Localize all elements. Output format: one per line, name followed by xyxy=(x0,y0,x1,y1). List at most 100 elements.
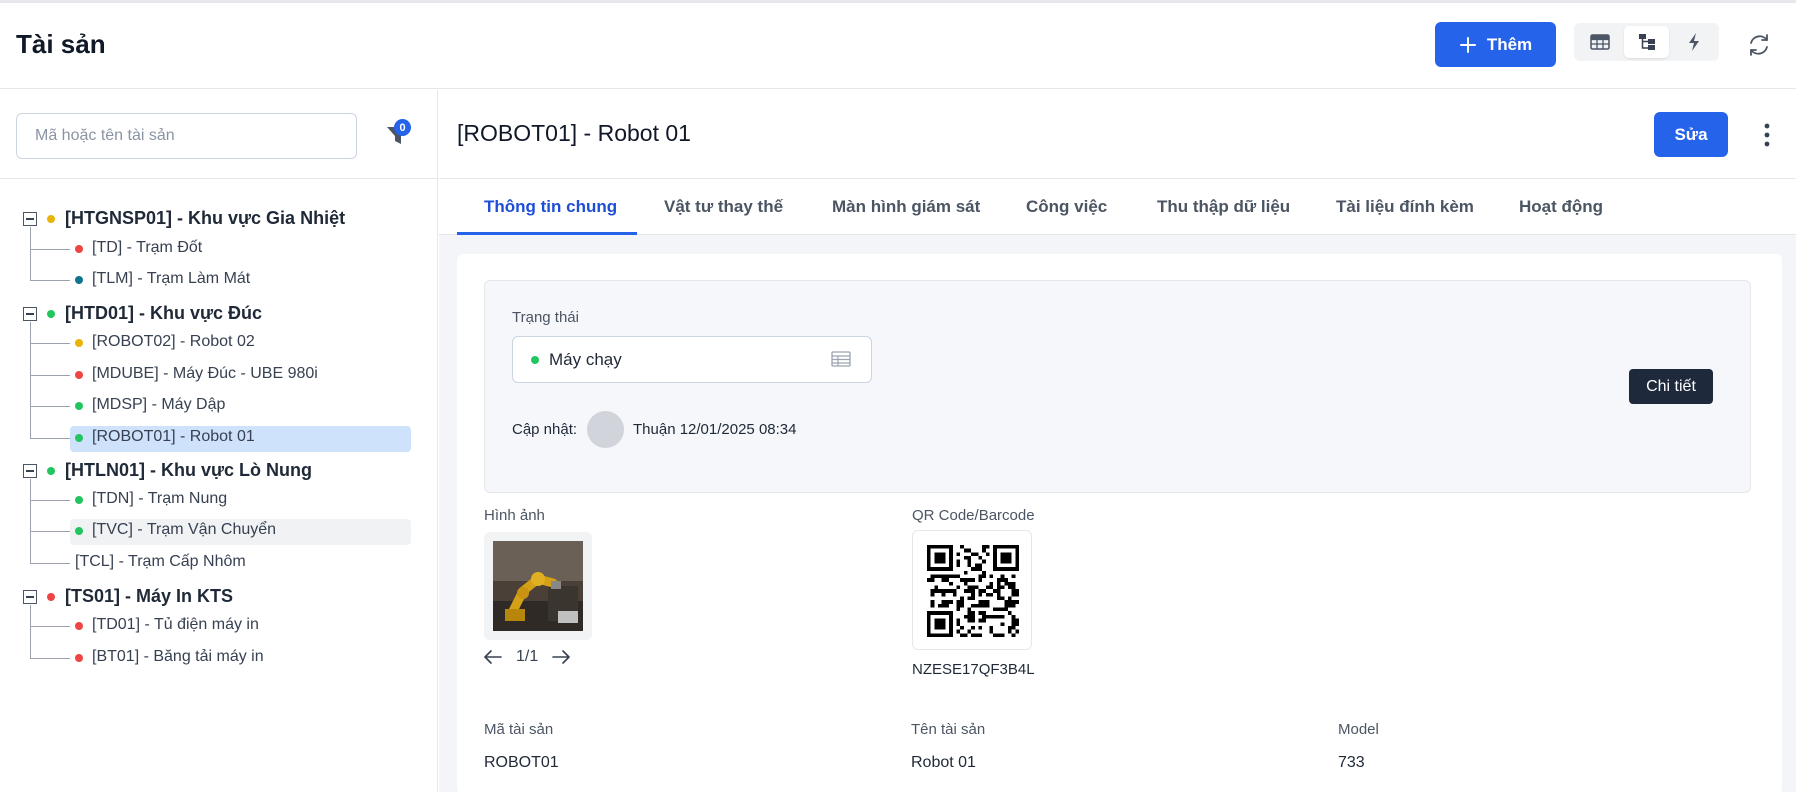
refresh-icon[interactable] xyxy=(1747,33,1771,57)
tree-item-label[interactable]: [ROBOT02] - Robot 02 xyxy=(92,333,255,351)
add-button[interactable]: Thêm xyxy=(1435,22,1556,67)
search-input[interactable] xyxy=(16,113,357,159)
tree-branch xyxy=(30,438,70,439)
tree-group-label[interactable]: [TS01] - Máy In KTS xyxy=(65,586,233,607)
add-button-label: Thêm xyxy=(1486,34,1533,54)
arrow-right-icon[interactable] xyxy=(552,650,571,664)
status-panel: Trạng thái Máy chạy Chi tiết Cập nhật: T… xyxy=(484,280,1751,493)
tree-branch xyxy=(30,531,70,532)
status-dot xyxy=(75,245,83,253)
tab-tasks[interactable]: Công việc xyxy=(1026,179,1107,235)
status-dot xyxy=(75,654,83,662)
status-select[interactable]: Máy chạy xyxy=(512,336,872,383)
updated-value: Thuận 12/01/2025 08:34 xyxy=(633,421,797,438)
tree-branch xyxy=(30,280,70,281)
collapse-toggle-icon[interactable] xyxy=(23,464,37,478)
status-dot xyxy=(75,402,83,410)
tree-item-label[interactable]: [TDN] - Trạm Nung xyxy=(92,490,227,508)
image-pager: 1/1 xyxy=(484,648,571,666)
plus-icon xyxy=(1459,36,1476,53)
tree-branch xyxy=(30,500,70,501)
status-dot xyxy=(47,467,55,475)
collapse-toggle-icon[interactable] xyxy=(23,307,37,321)
status-dot xyxy=(75,527,83,535)
status-table-icon[interactable] xyxy=(831,351,851,367)
tree-group-label[interactable]: [HTLN01] - Khu vực Lò Nung xyxy=(65,460,312,481)
general-info-card: Trạng thái Máy chạy Chi tiết Cập nhật: T… xyxy=(457,254,1782,792)
tree-item-label[interactable]: [TVC] - Trạm Vận Chuyển xyxy=(92,521,276,539)
arrow-left-icon[interactable] xyxy=(484,650,502,664)
status-dot xyxy=(75,496,83,504)
tree-item-selected[interactable]: [ROBOT01] - Robot 01 xyxy=(92,428,255,446)
asset-header: [ROBOT01] - Robot 01 Sửa xyxy=(439,90,1796,179)
tree-icon xyxy=(1638,34,1655,50)
quick-view-button[interactable] xyxy=(1671,26,1716,58)
tree-branch xyxy=(30,406,70,407)
status-dot xyxy=(75,339,83,347)
tab-activity[interactable]: Hoạt động xyxy=(1519,179,1603,235)
pager-text: 1/1 xyxy=(516,648,539,665)
tree-group-label[interactable]: [HTD01] - Khu vực Đúc xyxy=(65,303,262,324)
robot-photo xyxy=(493,541,583,631)
tree-item-label[interactable]: [TD] - Trạm Đốt xyxy=(92,239,202,257)
status-indicator xyxy=(531,356,539,364)
tree-group-label[interactable]: [HTGNSP01] - Khu vực Gia Nhiệt xyxy=(65,208,345,229)
tree-connector xyxy=(30,227,31,280)
tree-item-label[interactable]: [BT01] - Băng tải máy in xyxy=(92,648,264,666)
asset-code-label: Mã tài sản xyxy=(484,721,554,738)
status-dot xyxy=(75,434,83,442)
page-title: Tài sản xyxy=(16,29,106,59)
tree-item-label[interactable]: [TD01] - Tủ điện máy in xyxy=(92,616,259,634)
tree-item-label[interactable]: [MDUBE] - Máy Đúc - UBE 980i xyxy=(92,365,318,383)
tab-data-collection[interactable]: Thu thập dữ liệu xyxy=(1157,179,1290,235)
status-dot xyxy=(75,371,83,379)
qr-code[interactable] xyxy=(912,530,1032,650)
model-label: Model xyxy=(1338,721,1379,738)
tree-branch xyxy=(30,343,70,344)
collapse-toggle-icon[interactable] xyxy=(23,590,37,604)
edit-button[interactable]: Sửa xyxy=(1654,112,1728,157)
tree-view-button[interactable] xyxy=(1624,26,1669,58)
more-options-icon[interactable] xyxy=(1764,123,1770,147)
qr-label: QR Code/Barcode xyxy=(912,507,1035,524)
tab-spare-parts[interactable]: Vật tư thay thế xyxy=(664,179,783,235)
status-dot xyxy=(75,276,83,284)
status-dot xyxy=(47,215,55,223)
qr-code-text: NZESE17QF3B4L xyxy=(912,661,1035,678)
detail-button[interactable]: Chi tiết xyxy=(1629,369,1713,404)
status-label: Trạng thái xyxy=(512,309,579,326)
status-dot xyxy=(47,593,55,601)
tree-branch xyxy=(30,658,70,659)
lightning-icon xyxy=(1688,33,1699,51)
tab-attachments[interactable]: Tài liệu đính kèm xyxy=(1336,179,1474,235)
collapse-toggle-icon[interactable] xyxy=(23,212,37,226)
model-value: 733 xyxy=(1338,754,1365,771)
tree-branch xyxy=(30,563,70,564)
asset-sidebar: 0 [HTGNSP01] - Khu vực Gia Nhiệt [TD] - T… xyxy=(0,90,438,792)
status-dot xyxy=(47,310,55,318)
tree-branch xyxy=(30,375,70,376)
tree-connector xyxy=(30,605,31,658)
asset-code-value: ROBOT01 xyxy=(484,754,559,771)
tree-item-label[interactable]: [TCL] - Trạm Cấp Nhôm xyxy=(75,553,246,571)
image-label: Hình ảnh xyxy=(484,507,545,524)
status-value: Máy chạy xyxy=(549,350,622,369)
asset-image[interactable] xyxy=(484,532,592,640)
tree-branch xyxy=(30,626,70,627)
tree-item-label[interactable]: [TLM] - Trạm Làm Mát xyxy=(92,270,250,288)
tab-bar: Thông tin chung Vật tư thay thế Màn hình… xyxy=(439,179,1796,235)
main-content: [ROBOT01] - Robot 01 Sửa Thông tin chung… xyxy=(439,90,1796,792)
tree-branch xyxy=(30,249,70,250)
qr-code-image xyxy=(927,545,1019,637)
sidebar-divider xyxy=(0,178,438,179)
tree-item-label[interactable]: [MDSP] - Máy Dập xyxy=(92,396,225,414)
updated-label: Cập nhật: xyxy=(512,421,578,438)
avatar xyxy=(587,411,624,448)
tab-general-info[interactable]: Thông tin chung xyxy=(484,179,617,235)
tree-connector xyxy=(30,322,31,438)
app-header: Tài sản Thêm xyxy=(0,3,1796,89)
tab-monitoring-screen[interactable]: Màn hình giám sát xyxy=(832,179,980,235)
table-view-button[interactable] xyxy=(1577,26,1622,58)
view-switch xyxy=(1574,23,1719,61)
table-icon xyxy=(1589,34,1610,50)
